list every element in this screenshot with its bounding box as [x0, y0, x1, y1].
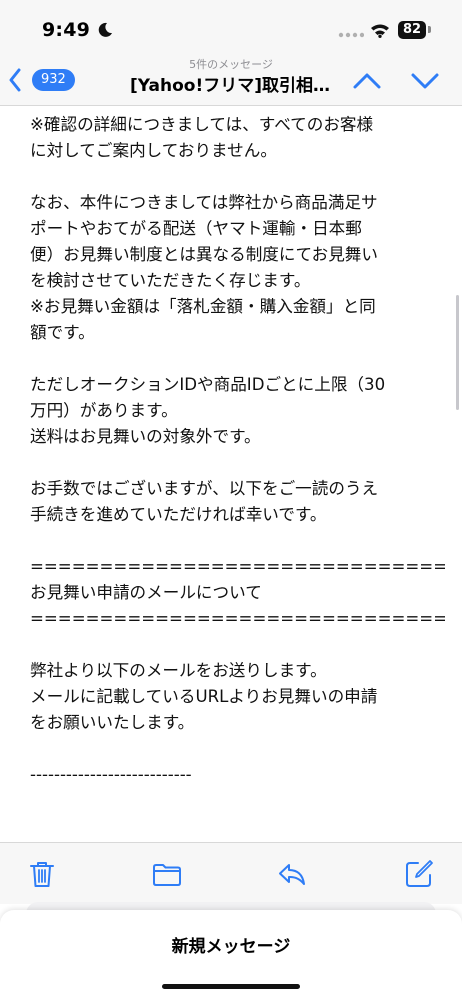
- mail-text-line: [30, 346, 445, 372]
- mail-text-line: なお、本件につきましては弊社から商品満足サ: [30, 193, 378, 212]
- battery-cap: [428, 26, 431, 33]
- back-button[interactable]: 932: [8, 64, 75, 96]
- mail-text-line: ポートやおてがる配送（ヤマト運輸・日本郵: [30, 219, 362, 238]
- mail-text-line: [30, 164, 445, 190]
- mail-text-line: 送料はお見舞いの対象外です。: [30, 427, 261, 446]
- wifi-icon: [371, 24, 389, 38]
- mail-text-line: 便）お見舞い制度とは異なる制度にてお見舞い: [30, 245, 378, 264]
- status-bar: 9:49 82: [0, 0, 462, 54]
- home-indicator[interactable]: [162, 984, 300, 989]
- battery-indicator: 82: [398, 21, 426, 39]
- status-time: 9:49: [42, 19, 91, 41]
- mail-text-line: をお願いいたします。: [30, 713, 195, 732]
- mail-text-line: お手数ではございますが、以下をご一読のうえ: [30, 479, 379, 498]
- chevron-left-icon: [9, 68, 21, 92]
- scroll-indicator[interactable]: [456, 295, 459, 410]
- mail-text-line: [30, 450, 445, 476]
- moon-icon: [98, 22, 112, 37]
- signal-icon: [338, 32, 364, 38]
- mail-text-line: [30, 528, 445, 554]
- mail-text-line: [30, 736, 445, 762]
- mail-text-line: に対してご案内しておりません。: [30, 141, 277, 160]
- mail-text-line: [30, 632, 445, 658]
- mail-text-line: ※確認の詳細につきましては、すべてのお客様: [30, 115, 374, 134]
- mail-text-line: お見舞い申請のメールについて: [30, 583, 262, 602]
- reply-icon[interactable]: [277, 859, 307, 889]
- draft-sheet-title[interactable]: 新規メッセージ: [0, 932, 462, 957]
- mail-text-line: 万円）があります。: [30, 401, 178, 420]
- nav-bar: 5件のメッセージ 932 [Yahoo!フリマ]取引相…: [0, 54, 462, 106]
- mail-text-line: ---------------------------: [30, 765, 192, 784]
- bottom-toolbar: [0, 842, 462, 904]
- mail-text-line: ==============================: [30, 609, 445, 628]
- mail-text-line: 額です。: [30, 323, 95, 342]
- mail-text-line: 手続きを進めていただければ幸いです。: [30, 505, 327, 524]
- mail-text-line: ※お見舞い金額は「落札金額・購入金額」と同: [30, 297, 376, 316]
- chevron-down-icon[interactable]: [410, 70, 440, 92]
- compose-icon[interactable]: [404, 859, 434, 889]
- chevron-up-icon[interactable]: [352, 70, 382, 92]
- mail-text-line: ただしオークションIDや商品IDごとに上限（30: [30, 375, 386, 394]
- mail-subject-title: [Yahoo!フリマ]取引相…: [130, 76, 330, 96]
- mail-body: ※確認の詳細につきましては、すべてのお客様 に対してご案内しておりません。なお、本…: [30, 112, 445, 842]
- mail-text-line: を検討させていただきたく存じます。: [30, 271, 311, 290]
- mail-text-line: メールに記載しているURLよりお見舞いの申請: [30, 687, 378, 706]
- trash-icon[interactable]: [27, 859, 57, 889]
- mail-text-line: ==============================: [30, 557, 445, 576]
- mail-text-line: 弊社より以下のメールをお送りします。: [30, 661, 327, 680]
- folder-icon[interactable]: [152, 859, 182, 889]
- unread-count-badge: 932: [32, 69, 75, 91]
